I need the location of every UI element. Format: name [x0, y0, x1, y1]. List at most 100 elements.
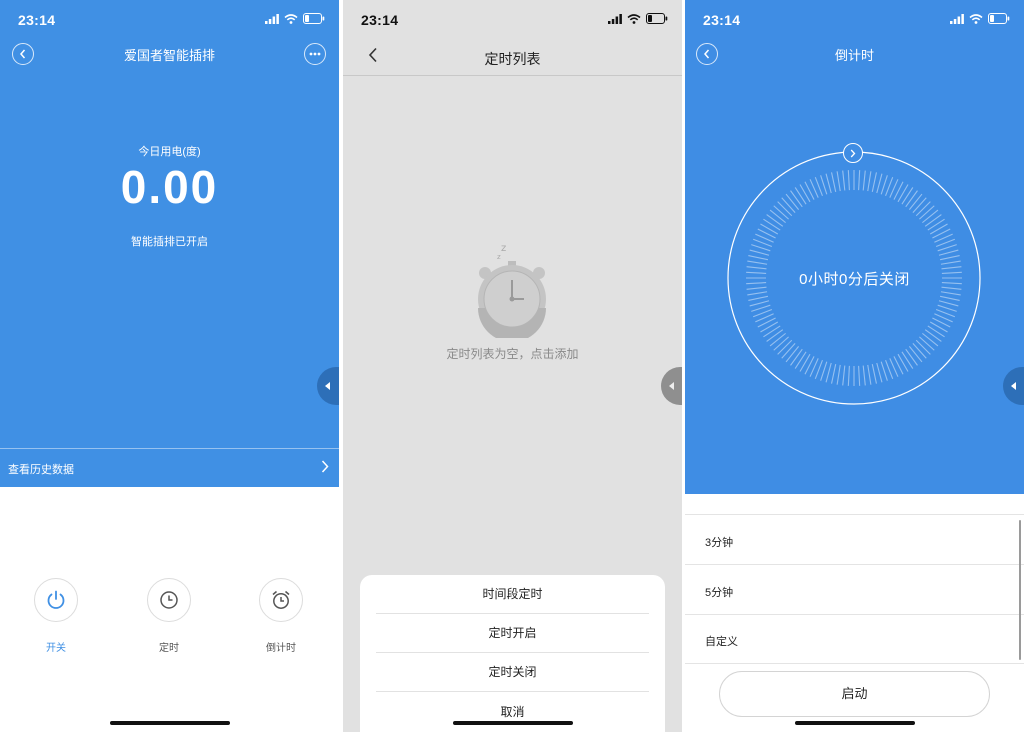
dial-tick: [836, 364, 841, 385]
dial-tick: [773, 336, 789, 351]
dial-tick: [858, 365, 861, 386]
home-indicator: [109, 721, 230, 725]
page-title: 倒计时: [834, 48, 874, 63]
option-period-timer[interactable]: 时间段定时: [376, 575, 649, 614]
timer-label: 定时: [159, 643, 179, 654]
dial-tick: [751, 304, 771, 312]
dial-tick: [924, 214, 942, 227]
option-5-minutes[interactable]: 5分钟: [685, 565, 1024, 615]
timer-button[interactable]: 定时: [146, 578, 192, 654]
dial-tick: [871, 363, 877, 384]
dial-tick: [929, 321, 948, 333]
dial-tick: [785, 346, 800, 363]
dial-tick: [862, 365, 866, 386]
dial-tick: [825, 362, 832, 383]
caret-left-icon: [325, 382, 330, 390]
caret-left-icon: [669, 382, 674, 390]
dial-tick: [897, 353, 909, 372]
dial-tick: [760, 321, 779, 333]
dial-tick: [799, 353, 811, 372]
dial-tick: [820, 175, 828, 195]
dial-tick: [940, 291, 961, 296]
empty-list-hint[interactable]: 定时列表为空，点击添加: [343, 345, 682, 362]
dial-tick: [748, 295, 769, 301]
option-timed-on[interactable]: 定时开启: [376, 614, 649, 653]
dial-tick: [912, 343, 927, 359]
dial-tick: [927, 218, 945, 231]
dial-tick: [901, 187, 914, 205]
start-button[interactable]: 启动: [719, 671, 990, 717]
dial-tick: [794, 187, 807, 205]
timer-list-screen: 23:14 定时列表 z z 定时列表为空，点击添加 时间段定时 定时开启 定时…: [343, 0, 682, 732]
countdown-button-ring: [259, 578, 303, 622]
timer-button-ring: [147, 578, 191, 622]
option-3-minutes[interactable]: 3分钟: [685, 515, 1024, 565]
dial-tick: [799, 184, 811, 203]
alarm-clock-icon: [272, 590, 290, 609]
countdown-screen: 23:14 倒计时 0小时0分后关闭 3分钟 5分钟 自定义 启动: [685, 0, 1024, 732]
more-dots-icon: [309, 52, 321, 56]
chevron-right-icon: [850, 149, 856, 157]
battery-icon: [988, 13, 1010, 24]
signal-icon: [950, 13, 964, 24]
list-item-partial: [685, 494, 1024, 515]
dial-tick: [915, 201, 931, 217]
page-title: 定时列表: [484, 51, 541, 67]
dial-tick: [905, 190, 918, 208]
dial-tick: [919, 205, 935, 220]
dial-tick: [751, 244, 771, 252]
wifi-icon: [284, 13, 298, 24]
signal-icon: [265, 13, 279, 24]
option-label: 3分钟: [705, 537, 734, 549]
dial-tick: [867, 171, 872, 192]
status-time: 23:14: [703, 12, 741, 28]
dial-tick: [922, 332, 939, 347]
dial-tick: [940, 260, 961, 265]
dial-tick: [927, 325, 945, 338]
dial-tick: [858, 170, 861, 191]
status-bar: 23:14: [685, 0, 1024, 40]
dial-tick: [912, 197, 927, 213]
dial-tick: [763, 325, 781, 338]
option-label: 5分钟: [705, 587, 734, 599]
dial-tick: [747, 260, 768, 265]
countdown-button[interactable]: 倒计时: [258, 578, 304, 654]
clock-icon: [160, 591, 178, 609]
history-link-label: 查看历史数据: [8, 464, 74, 476]
dial-tick: [938, 249, 959, 256]
power-toggle-button[interactable]: 开关: [33, 578, 79, 654]
caret-left-icon: [1011, 382, 1016, 390]
power-button-ring: [34, 578, 78, 622]
dial-tick: [847, 365, 850, 386]
countdown-readout: 0小时0分后关闭: [799, 271, 910, 288]
more-button[interactable]: [304, 43, 326, 65]
status-bar: 23:14: [0, 0, 339, 40]
option-timed-off[interactable]: 定时关闭: [376, 653, 649, 692]
side-drawer-tab[interactable]: [661, 367, 682, 405]
empty-alarm-clock-icon: z z: [476, 240, 548, 343]
dial-tick: [876, 362, 883, 383]
dial-tick: [908, 193, 923, 210]
power-toggle-label: 开关: [46, 643, 66, 654]
cancel-button[interactable]: 取消: [376, 693, 649, 732]
dial-tick: [777, 339, 793, 355]
scrollbar[interactable]: [1019, 520, 1021, 660]
energy-value: 0.00: [120, 161, 219, 213]
history-data-link[interactable]: 查看历史数据: [0, 448, 339, 487]
dial-handle[interactable]: [843, 143, 863, 163]
dial-tick: [777, 201, 793, 217]
option-custom[interactable]: 自定义: [685, 614, 1024, 664]
dial-tick: [820, 361, 828, 381]
chevron-right-icon: [321, 460, 329, 473]
timer-type-action-sheet: 时间段定时 定时开启 定时关闭 取消: [360, 575, 665, 732]
dial-tick: [836, 171, 841, 192]
status-time: 23:14: [18, 12, 56, 28]
dial-tick: [842, 365, 846, 386]
signal-icon: [608, 13, 622, 24]
plug-status-text: 智能插排已开启: [131, 236, 208, 248]
svg-text:z: z: [501, 243, 506, 254]
dial-tick: [922, 209, 939, 224]
dial-tick: [825, 173, 832, 194]
dial-tick: [842, 170, 846, 191]
status-time: 23:14: [361, 12, 399, 28]
